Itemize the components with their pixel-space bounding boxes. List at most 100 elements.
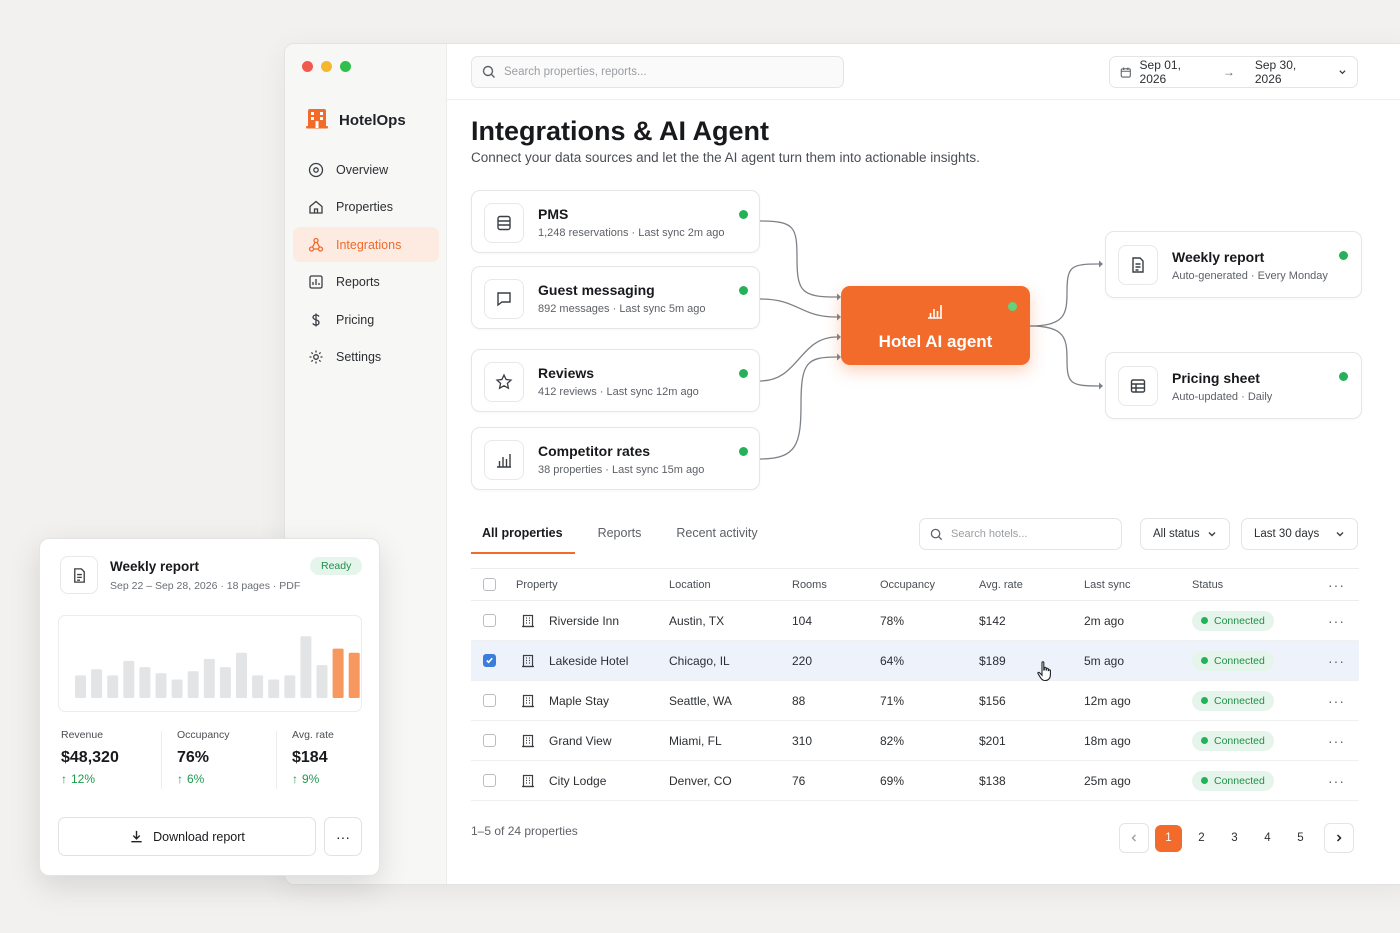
maximize-window-button[interactable] bbox=[340, 61, 351, 72]
connector-reviews bbox=[759, 336, 838, 382]
table-row[interactable]: Maple Stay Seattle, WA 88 71% $156 12m ago Con… bbox=[471, 681, 1359, 721]
hotel-search[interactable] bbox=[919, 518, 1122, 550]
sidebar-item-pricing[interactable]: Pricing bbox=[293, 302, 439, 337]
brand[interactable]: HotelOps bbox=[305, 106, 406, 135]
status-text: Connected bbox=[1214, 654, 1265, 667]
source-name: Reviews bbox=[538, 365, 595, 381]
column-header[interactable]: Last sync bbox=[1084, 569, 1130, 600]
bar-chart-icon bbox=[928, 305, 942, 319]
page-button[interactable]: 2 bbox=[1188, 825, 1215, 852]
column-header[interactable]: Status bbox=[1192, 569, 1223, 600]
prev-page-button[interactable] bbox=[1119, 823, 1149, 853]
sidebar-item-label: Overview bbox=[336, 162, 389, 177]
row-more-button[interactable]: ··· bbox=[1328, 641, 1345, 680]
row-more-button[interactable]: ··· bbox=[1328, 681, 1345, 720]
hotel-ai-agent-node[interactable]: Hotel AI agent bbox=[841, 286, 1030, 365]
output-card-weekly-report[interactable]: Weekly report Auto-generated · Every Mon… bbox=[1105, 231, 1362, 298]
row-checkbox[interactable] bbox=[483, 734, 496, 747]
building-icon bbox=[522, 734, 534, 747]
status-dot bbox=[739, 286, 748, 295]
report-bar bbox=[107, 675, 119, 698]
row-checkbox[interactable] bbox=[483, 654, 496, 667]
location-cell: Seattle, WA bbox=[669, 693, 732, 708]
location-cell: Chicago, IL bbox=[669, 653, 730, 668]
page-button[interactable]: 4 bbox=[1254, 825, 1281, 852]
row-more-button[interactable]: ··· bbox=[1328, 721, 1345, 760]
location-cell: Denver, CO bbox=[669, 773, 732, 788]
status-badge: Connected bbox=[1192, 730, 1274, 751]
page-button[interactable]: 3 bbox=[1221, 825, 1248, 852]
arrow-up-icon: ↑ bbox=[292, 772, 298, 786]
status-text: Connected bbox=[1214, 734, 1265, 747]
tab-reports[interactable]: Reports bbox=[575, 514, 654, 554]
column-header[interactable]: Rooms bbox=[792, 569, 827, 600]
status-badge: Ready bbox=[310, 557, 363, 575]
source-card-competitor-rates[interactable]: Competitor rates 38 properties · Last sy… bbox=[471, 427, 760, 490]
table-icon bbox=[1118, 366, 1158, 406]
sidebar-item-integrations[interactable]: Integrations bbox=[293, 227, 439, 262]
row-checkbox[interactable] bbox=[483, 774, 496, 787]
download-report-button[interactable]: Download report bbox=[58, 817, 316, 856]
property-name[interactable]: City Lodge bbox=[549, 774, 606, 788]
report-bar bbox=[219, 667, 231, 698]
row-checkbox[interactable] bbox=[483, 694, 496, 707]
report-more-options-button[interactable]: ··· bbox=[324, 817, 362, 856]
report-bar bbox=[203, 658, 215, 698]
tab-all-properties[interactable]: All properties bbox=[471, 514, 575, 554]
report-bar bbox=[332, 648, 344, 698]
source-meta: 892 messages · Last sync 5m ago bbox=[538, 303, 706, 315]
row-more-button[interactable]: ··· bbox=[1328, 601, 1345, 640]
row-more-button[interactable]: ··· bbox=[1328, 761, 1345, 800]
property-name[interactable]: Lakeside Hotel bbox=[549, 654, 628, 668]
sidebar-item-overview[interactable]: Overview bbox=[293, 152, 439, 187]
output-card-pricing-sheet[interactable]: Pricing sheet Auto-updated · Daily bbox=[1105, 352, 1362, 419]
column-options-button[interactable]: ··· bbox=[1328, 569, 1345, 600]
last-sync-cell: 18m ago bbox=[1084, 733, 1131, 748]
output-name: Weekly report bbox=[1172, 249, 1265, 265]
row-checkbox[interactable] bbox=[483, 614, 496, 627]
source-meta: 1,248 reservations · Last sync 2m ago bbox=[538, 227, 725, 239]
main-content: Sep 01, 2026 → Sep 30, 2026 Integrations… bbox=[447, 44, 1400, 884]
next-page-button[interactable] bbox=[1324, 823, 1354, 853]
sidebar-item-settings[interactable]: Settings bbox=[293, 340, 439, 375]
sidebar-item-properties[interactable]: Properties bbox=[293, 190, 439, 225]
column-header[interactable]: Occupancy bbox=[880, 569, 935, 600]
status-badge: Connected bbox=[1192, 610, 1274, 631]
column-header[interactable]: Avg. rate bbox=[979, 569, 1023, 600]
status-dot bbox=[739, 210, 748, 219]
status-badge: Connected bbox=[1192, 650, 1274, 671]
report-chart bbox=[58, 615, 376, 712]
location-cell: Miami, FL bbox=[669, 733, 722, 748]
table-tabs: All properties Reports Recent activity bbox=[471, 514, 770, 554]
page-button[interactable]: 5 bbox=[1287, 825, 1314, 852]
select-all-checkbox[interactable] bbox=[483, 578, 496, 591]
source-card-pms[interactable]: PMS 1,248 reservations · Last sync 2m ag… bbox=[471, 190, 760, 253]
sidebar-item-reports[interactable]: Reports bbox=[293, 265, 439, 300]
tab-recent-activity[interactable]: Recent activity bbox=[653, 514, 769, 554]
minimize-window-button[interactable] bbox=[321, 61, 332, 72]
stat-value: 76% bbox=[177, 749, 210, 766]
property-name[interactable]: Grand View bbox=[549, 734, 611, 748]
report-bar bbox=[171, 679, 183, 698]
property-name[interactable]: Maple Stay bbox=[549, 694, 609, 708]
close-window-button[interactable] bbox=[302, 61, 313, 72]
report-meta: Sep 22 – Sep 28, 2026 · 18 pages · PDF bbox=[110, 580, 301, 592]
hotel-search-input[interactable] bbox=[951, 528, 1111, 540]
stat-change-value: 9% bbox=[302, 772, 320, 786]
weekly-report-card: Weekly report Sep 22 – Sep 28, 2026 · 18… bbox=[39, 538, 380, 876]
page-button[interactable]: 1 bbox=[1155, 824, 1182, 852]
occupancy-cell: 69% bbox=[880, 773, 905, 788]
date-filter-select[interactable]: Last 30 days bbox=[1241, 518, 1358, 550]
table-row[interactable]: Riverside Inn Austin, TX 104 78% $142 2m ago C… bbox=[471, 601, 1359, 641]
output-name: Pricing sheet bbox=[1172, 370, 1260, 386]
table-row[interactable]: City Lodge Denver, CO 76 69% $138 25m ago Conn… bbox=[471, 761, 1359, 801]
property-name[interactable]: Riverside Inn bbox=[549, 614, 619, 628]
table-row[interactable]: Grand View Miami, FL 310 82% $201 18m ago Conn… bbox=[471, 721, 1359, 761]
column-header[interactable]: Property bbox=[516, 569, 558, 600]
source-card-reviews[interactable]: Reviews 412 reviews · Last sync 12m ago bbox=[471, 349, 760, 412]
column-header[interactable]: Location bbox=[669, 569, 711, 600]
source-card-guest-messaging[interactable]: Guest messaging 892 messages · Last sync… bbox=[471, 266, 760, 329]
status-filter-select[interactable]: All status bbox=[1140, 518, 1230, 550]
table-row[interactable]: Lakeside Hotel Chicago, IL 220 64% $189 5m ag… bbox=[471, 641, 1359, 681]
rate-cell: $201 bbox=[979, 733, 1006, 748]
